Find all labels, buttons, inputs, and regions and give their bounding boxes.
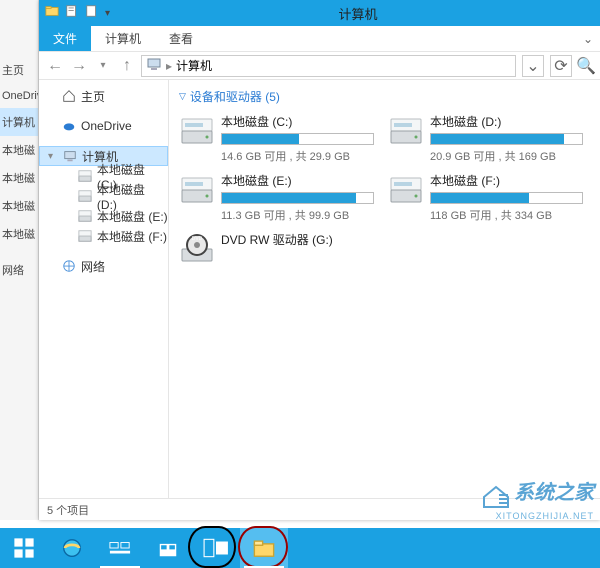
properties-icon[interactable] xyxy=(65,4,79,23)
bg-item: OneDriv xyxy=(0,84,38,108)
search-icon[interactable]: 🔍 xyxy=(578,55,594,77)
nav-network[interactable]: 网络 xyxy=(39,256,168,276)
nav-back-button[interactable]: ← xyxy=(45,56,65,76)
bg-item: 计算机 xyxy=(0,108,38,136)
quick-access-toolbar: ▾ xyxy=(39,4,116,23)
address-dropdown-icon[interactable]: ⌄ xyxy=(522,55,544,77)
taskbar-ie[interactable] xyxy=(48,528,96,568)
drive-icon xyxy=(388,113,424,149)
status-item-count: 5 个项目 xyxy=(47,502,89,518)
titlebar[interactable]: ▾ 计算机 xyxy=(39,0,600,26)
nav-forward-button[interactable]: → xyxy=(69,56,89,76)
nav-label: 网络 xyxy=(81,258,105,275)
drive-usage-bar xyxy=(430,192,583,204)
address-path[interactable]: ▸ 计算机 xyxy=(141,55,516,77)
drive-icon xyxy=(179,113,215,149)
ribbon-tabs: 文件 计算机 查看 ⌄ xyxy=(39,26,600,52)
address-bar: ← → ▾ ↑ ▸ 计算机 ⌄ ⟳ 🔍 xyxy=(39,52,600,80)
nav-home[interactable]: 主页 xyxy=(39,86,168,106)
nav-label: 主页 xyxy=(81,88,105,105)
drive-icon xyxy=(388,172,424,208)
drive-icon xyxy=(77,188,93,204)
drive-icon xyxy=(77,168,93,184)
new-folder-icon[interactable] xyxy=(85,4,99,23)
window-title: 计算机 xyxy=(116,4,600,23)
drive-name: 本地磁盘 (E:) xyxy=(221,172,374,189)
computer-icon xyxy=(146,56,162,75)
nav-label: 本地磁盘 (E:) xyxy=(97,208,168,225)
navigation-pane: 主页 OneDrive ▾ 计算机 本地磁盘 (C:) 本地磁盘 (D:) 本地 xyxy=(39,80,169,498)
drive-item[interactable]: 本地磁盘 (E:) 11.3 GB 可用 , 共 99.9 GB xyxy=(179,172,374,223)
nav-drive-d[interactable]: 本地磁盘 (D:) xyxy=(39,186,168,206)
drive-free-text: 118 GB 可用 , 共 334 GB xyxy=(430,207,583,223)
bg-item: 主页 xyxy=(0,56,38,84)
nav-up-button[interactable]: ↑ xyxy=(117,56,137,76)
nav-drive-f[interactable]: 本地磁盘 (F:) xyxy=(39,226,168,246)
drive-item[interactable]: 本地磁盘 (C:) 14.6 GB 可用 , 共 29.9 GB xyxy=(179,113,374,164)
drive-name: 本地磁盘 (F:) xyxy=(430,172,583,189)
nav-drive-e[interactable]: 本地磁盘 (E:) xyxy=(39,206,168,226)
chevron-down-icon[interactable]: ▾ xyxy=(105,8,110,19)
tab-view[interactable]: 查看 xyxy=(155,26,207,51)
drive-free-text: 14.6 GB 可用 , 共 29.9 GB xyxy=(221,148,374,164)
network-icon xyxy=(61,258,77,274)
folder-icon xyxy=(45,4,59,23)
section-title: 设备和驱动器 (5) xyxy=(190,88,280,105)
taskbar-explorer[interactable] xyxy=(240,528,288,568)
drive-name: 本地磁盘 (D:) xyxy=(430,113,583,130)
taskbar-taskview[interactable] xyxy=(96,528,144,568)
drive-free-text: 20.9 GB 可用 , 共 169 GB xyxy=(430,148,583,164)
desktop-left-strip: 主页 OneDriv 计算机 本地磁 本地磁 本地磁 本地磁 网络 xyxy=(0,0,39,520)
explorer-window: ▾ 计算机 文件 计算机 查看 ⌄ ← → ▾ ↑ ▸ 计算机 ⌄ ⟳ 🔍 主页 xyxy=(39,0,600,520)
tab-computer[interactable]: 计算机 xyxy=(91,26,155,51)
onedrive-icon xyxy=(61,118,77,134)
svg-text:DVD: DVD xyxy=(192,236,203,242)
bg-item: 本地磁 xyxy=(0,220,38,248)
start-button[interactable] xyxy=(0,528,48,568)
bg-item: 本地磁 xyxy=(0,136,38,164)
ribbon-expand-icon[interactable]: ⌄ xyxy=(576,26,600,51)
drive-icon xyxy=(77,228,93,244)
dvd-icon: DVD xyxy=(179,231,215,267)
nav-label: OneDrive xyxy=(81,119,132,133)
taskbar-desktop-switch[interactable] xyxy=(192,528,240,568)
drive-icon xyxy=(179,172,215,208)
bg-item: 本地磁 xyxy=(0,192,38,220)
breadcrumb-item[interactable]: 计算机 xyxy=(176,57,212,74)
taskbar-store[interactable] xyxy=(144,528,192,568)
drive-name: 本地磁盘 (C:) xyxy=(221,113,374,130)
dvd-drive-item[interactable]: DVD DVD RW 驱动器 (G:) xyxy=(179,231,374,267)
drive-usage-bar xyxy=(221,192,374,204)
annotation-circle-black xyxy=(188,526,236,568)
computer-icon xyxy=(62,148,78,164)
nav-onedrive[interactable]: OneDrive xyxy=(39,116,168,136)
nav-label: 本地磁盘 (F:) xyxy=(97,228,167,245)
dvd-name: DVD RW 驱动器 (G:) xyxy=(221,231,374,248)
taskbar xyxy=(0,528,600,568)
status-bar: 5 个项目 xyxy=(39,498,600,520)
bg-item: 网络 xyxy=(0,256,38,284)
refresh-button[interactable]: ⟳ xyxy=(550,55,572,77)
drive-item[interactable]: 本地磁盘 (F:) 118 GB 可用 , 共 334 GB xyxy=(388,172,583,223)
annotation-circle-red xyxy=(238,526,288,568)
drive-item[interactable]: 本地磁盘 (D:) 20.9 GB 可用 , 共 169 GB xyxy=(388,113,583,164)
chevron-down-icon[interactable]: ▾ xyxy=(48,151,58,162)
home-icon xyxy=(61,88,77,104)
drive-usage-bar xyxy=(430,133,583,145)
drive-icon xyxy=(77,208,93,224)
bg-item: 本地磁 xyxy=(0,164,38,192)
drive-usage-bar xyxy=(221,133,374,145)
content-pane: ▽ 设备和驱动器 (5) 本地磁盘 (C:) 14.6 GB 可用 , 共 29.… xyxy=(169,80,600,498)
section-header[interactable]: ▽ 设备和驱动器 (5) xyxy=(179,88,590,105)
chevron-down-icon[interactable]: ▽ xyxy=(179,91,186,102)
tab-file[interactable]: 文件 xyxy=(39,26,91,51)
drive-free-text: 11.3 GB 可用 , 共 99.9 GB xyxy=(221,207,374,223)
nav-history-icon[interactable]: ▾ xyxy=(93,56,113,76)
